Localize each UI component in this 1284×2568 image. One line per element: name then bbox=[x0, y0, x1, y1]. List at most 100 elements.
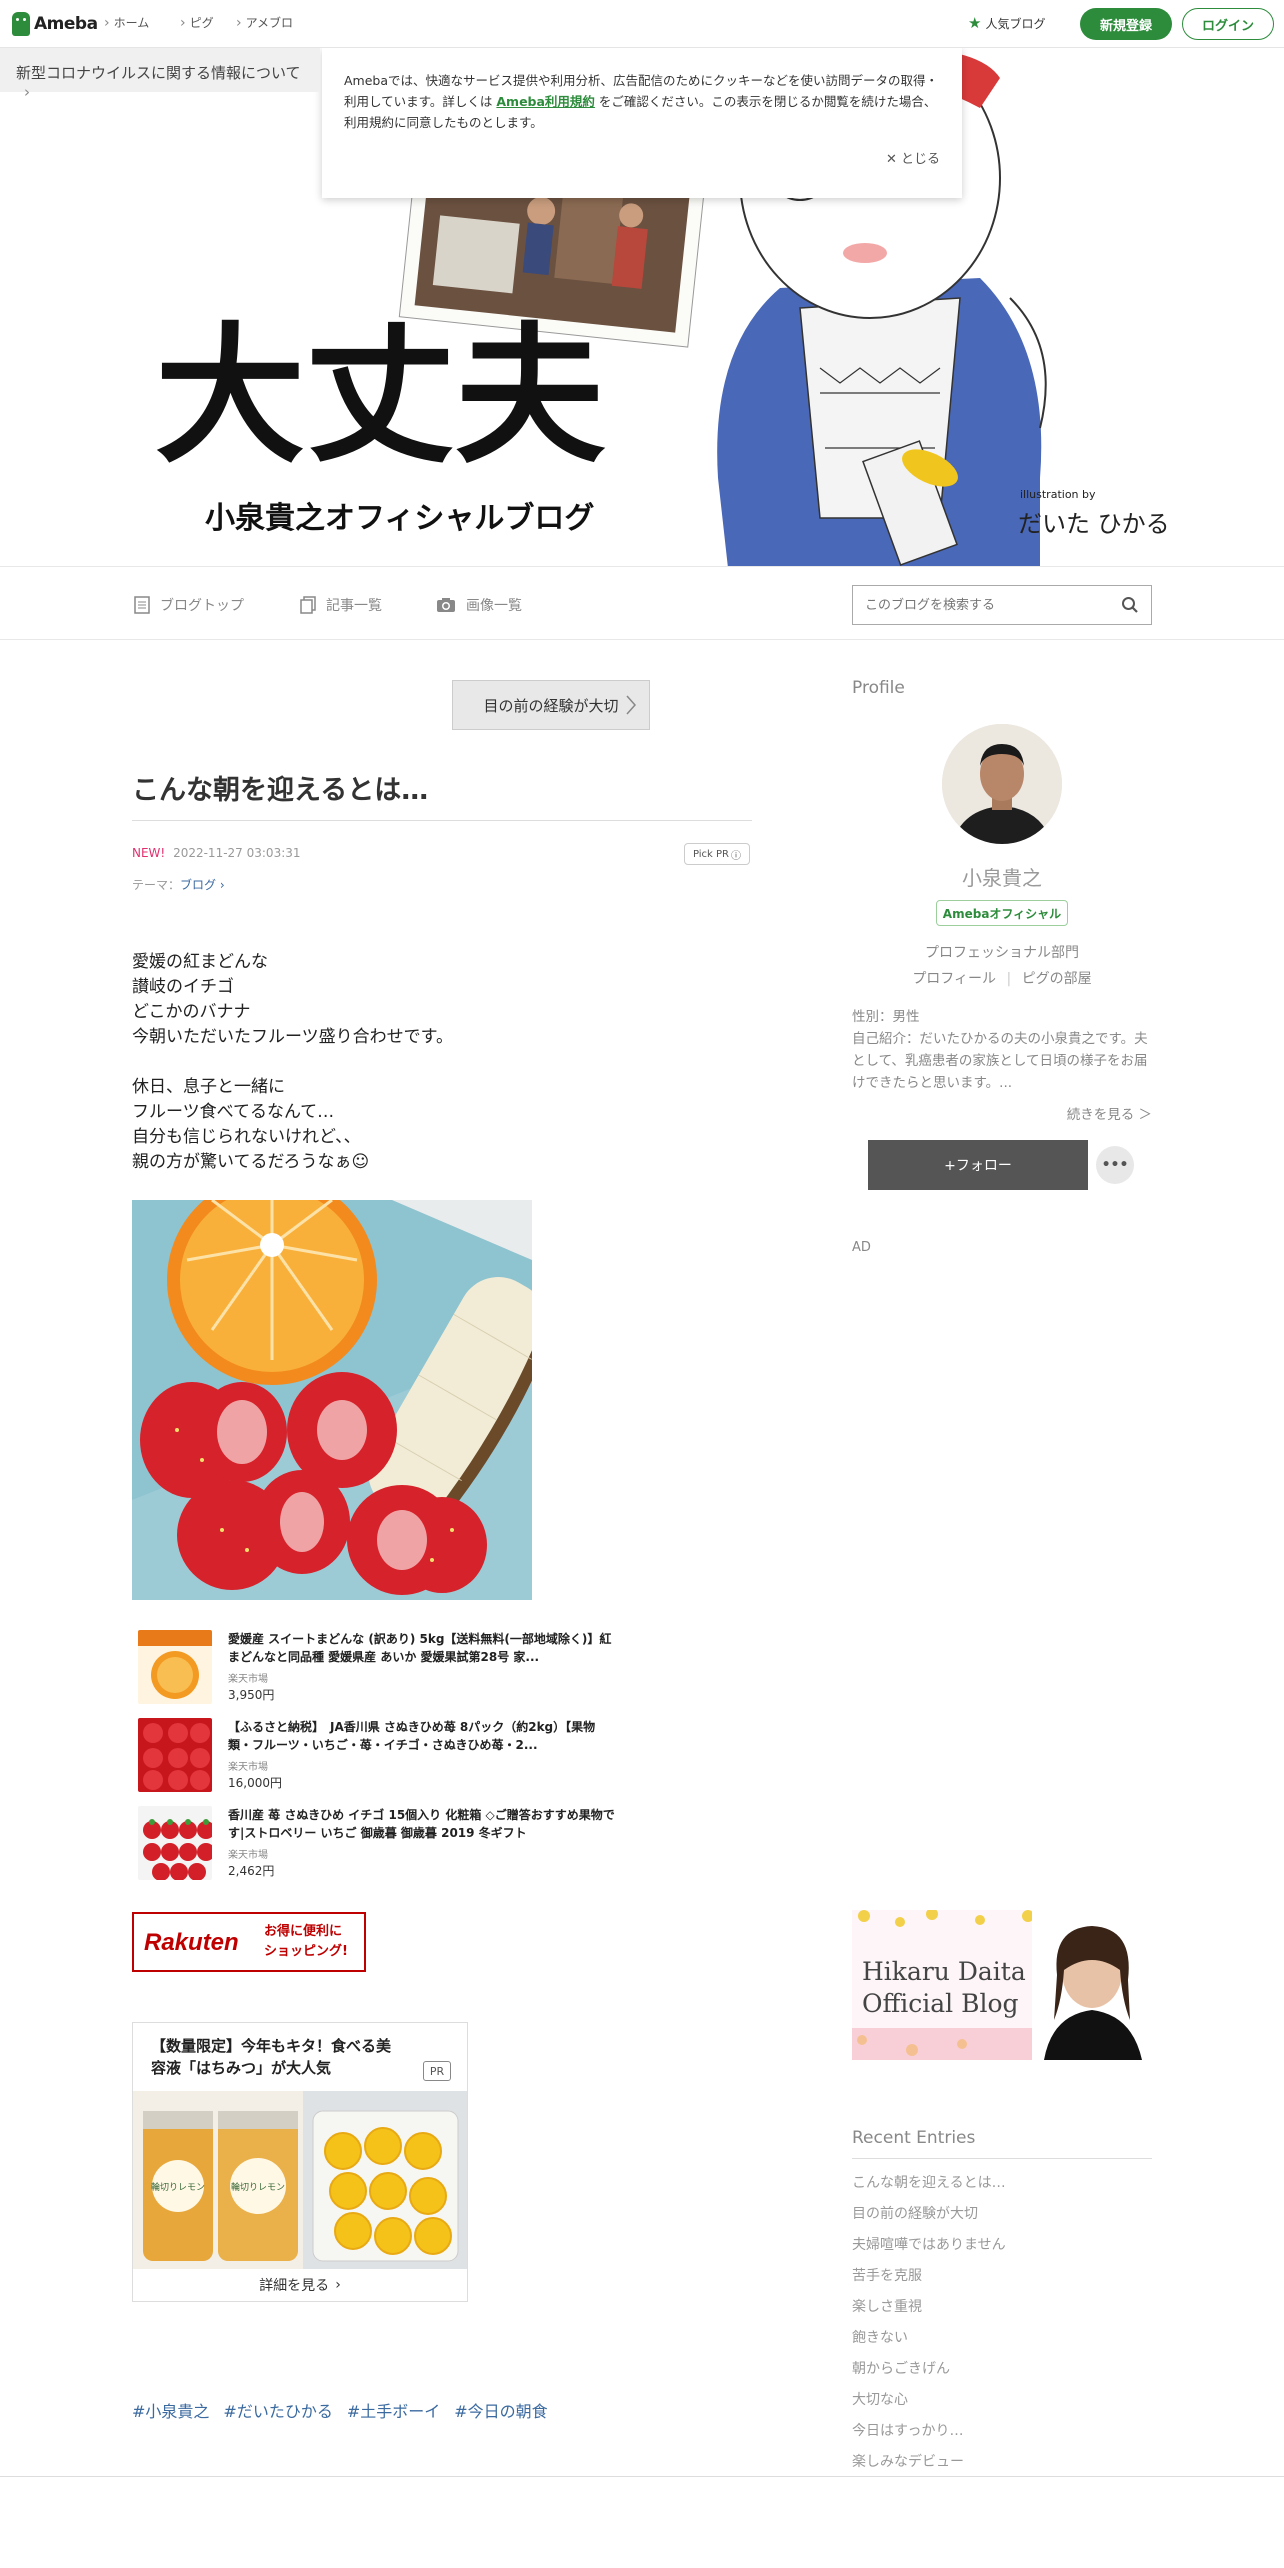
profile-name[interactable]: 小泉貴之 bbox=[852, 862, 1152, 891]
product-shop: 楽天市場 bbox=[228, 1762, 268, 1773]
recent-entry-link[interactable]: 楽しさ重視 bbox=[852, 2296, 922, 2316]
recent-entry-link[interactable]: 飽きない bbox=[852, 2327, 908, 2347]
product-item[interactable]: 香川産 苺 さぬきひめ イチゴ 15個入り 化粧箱 ◇ご贈答おすすめ果物です|ス… bbox=[138, 1806, 618, 1886]
subnav-blog-top[interactable]: ブログトップ bbox=[134, 595, 244, 615]
rakuten-logo: Rakuten bbox=[144, 1929, 239, 1956]
signup-button[interactable]: 新規登録 bbox=[1080, 8, 1172, 40]
banner-line2: Official Blog bbox=[862, 1989, 1019, 2018]
product-name[interactable]: 香川産 苺 さぬきひめ イチゴ 15個入り 化粧箱 ◇ご贈答おすすめ果物です|ス… bbox=[228, 1806, 618, 1842]
blog-header[interactable]: 大丈夫 小泉貴之オフィシャルブログ illustration by だいた ひか… bbox=[0, 48, 1284, 568]
document-icon bbox=[134, 596, 150, 614]
rakuten-banner[interactable]: Rakuten お得に便利に ショッピング! bbox=[132, 1912, 366, 1972]
pr-badge: PR bbox=[423, 2061, 451, 2081]
nav-popular-blogs[interactable]: ★ 人気ブログ bbox=[968, 14, 1045, 32]
recent-entry-link[interactable]: 大切な心 bbox=[852, 2389, 908, 2409]
profile-intro: 自己紹介：だいたひかるの夫の小泉貴之です。夫として、乳癌患者の家族として日頃の様… bbox=[852, 1031, 1148, 1091]
sponsored-ad-card[interactable]: 【数量限定】今年もキタ！食べる美容液「はちみつ」が大人気 PR 輪切りレモン 輪… bbox=[132, 2022, 468, 2302]
recent-entry-link[interactable]: こんな朝を迎えるとは… bbox=[852, 2172, 1006, 2192]
hashtag-link[interactable]: #だいたひかる bbox=[223, 2398, 332, 2422]
ad-title: 【数量限定】今年もキタ！食べる美容液「はちみつ」が大人気 bbox=[151, 2037, 392, 2077]
terms-link[interactable]: Ameba利用規約 bbox=[496, 94, 595, 109]
header-subtitle: 小泉貴之オフィシャルブログ bbox=[205, 501, 594, 536]
jar-label: 輪切りレモン bbox=[231, 2181, 285, 2193]
global-header: Ameba › ホーム › ピグ › アメブロ ★ 人気ブログ 新規登録 ログイ… bbox=[0, 0, 1284, 48]
ameba-logo[interactable]: Ameba bbox=[12, 10, 98, 38]
theme-tag-button[interactable]: 目の前の経験が大切 bbox=[452, 680, 650, 730]
product-thumbnail bbox=[138, 1806, 212, 1880]
nav-home-label: ホーム bbox=[113, 16, 150, 30]
article-theme: テーマ：ブログ › bbox=[132, 876, 225, 893]
nav-ameblo[interactable]: › アメブロ bbox=[236, 14, 293, 31]
cookie-close-button[interactable]: ✕ とじる bbox=[886, 149, 940, 170]
nav-pigg[interactable]: › ピグ bbox=[180, 14, 214, 31]
subnav-entry-list[interactable]: 記事一覧 bbox=[300, 595, 382, 615]
follow-button[interactable]: +フォロー bbox=[868, 1140, 1088, 1190]
chevron-right-icon: › bbox=[335, 2277, 341, 2293]
recent-entry-link[interactable]: 夫婦喧嘩ではありません bbox=[852, 2234, 1006, 2254]
rakuten-copy: お得に便利に ショッピング! bbox=[264, 1922, 348, 1962]
footer-divider bbox=[0, 2476, 1284, 2477]
recent-entry-link[interactable]: 今日はすっかり… bbox=[852, 2420, 963, 2440]
product-shop: 楽天市場 bbox=[228, 1674, 268, 1685]
recent-entry-link[interactable]: 苦手を克服 bbox=[852, 2265, 922, 2285]
product-item[interactable]: 愛媛産 スイートまどんな (訳あり) 5kg【送料無料(一部地域除く)】紅まどん… bbox=[138, 1630, 618, 1710]
new-badge: NEW! bbox=[132, 846, 166, 860]
ameba-logo-text: Ameba bbox=[34, 14, 98, 34]
more-options-button[interactable]: ••• bbox=[1096, 1146, 1134, 1184]
nav-ameblo-label: アメブロ bbox=[245, 16, 294, 30]
recent-entry-link[interactable]: 目の前の経験が大切 bbox=[852, 2203, 978, 2223]
fruit-photo[interactable] bbox=[132, 1200, 532, 1600]
hashtag-link[interactable]: #小泉貴之 bbox=[132, 2398, 209, 2422]
product-shop: 楽天市場 bbox=[228, 1850, 268, 1861]
subnav-label: 記事一覧 bbox=[326, 598, 382, 614]
recent-entries-divider bbox=[852, 2158, 1152, 2159]
profile-department: プロフェッショナル部門 bbox=[925, 945, 1079, 961]
theme-tag-label: 目の前の経験が大切 bbox=[483, 696, 619, 715]
corona-notice[interactable]: 新型コロナウイルスに関する情報について › bbox=[0, 48, 320, 101]
profile-links: プロフィール | ピグの部屋 bbox=[852, 968, 1152, 988]
hikaru-daita-banner[interactable]: Hikaru Daita Official Blog bbox=[852, 1910, 1152, 2060]
search-icon[interactable] bbox=[1121, 596, 1139, 614]
corona-notice-text: 新型コロナウイルスに関する情報について bbox=[16, 64, 301, 82]
header-title: 大丈夫 bbox=[155, 310, 606, 484]
product-price: 2,462円 bbox=[228, 1864, 275, 1878]
recent-entry-link[interactable]: 楽しみなデビュー bbox=[852, 2451, 964, 2471]
pickpr-label: Pick PR bbox=[692, 848, 730, 860]
avatar[interactable] bbox=[942, 724, 1062, 844]
theme-link[interactable]: ブログ bbox=[180, 878, 216, 892]
product-thumbnail bbox=[138, 1718, 212, 1792]
profile-link[interactable]: プロフィール bbox=[912, 971, 996, 987]
rakuten-copy-line2: ショッピング! bbox=[264, 1944, 348, 1959]
hashtag-link[interactable]: #今日の朝食 bbox=[454, 2398, 547, 2422]
pickpr-button[interactable]: Pick PR ⓘ bbox=[684, 843, 750, 865]
hashtag-link[interactable]: #土手ボーイ bbox=[347, 2398, 440, 2422]
hashtag-list: #小泉貴之 #だいたひかる #土手ボーイ #今日の朝食 bbox=[132, 2398, 548, 2422]
rakuten-copy-line1: お得に便利に bbox=[264, 1924, 343, 1939]
jar-label: 輪切りレモン bbox=[151, 2181, 205, 2193]
profile-gender: 性別：男性 bbox=[852, 1009, 920, 1025]
illustrator-name: だいた ひかる bbox=[1018, 510, 1170, 538]
copy-icon bbox=[300, 596, 316, 614]
title-divider bbox=[132, 820, 752, 821]
pigg-room-link[interactable]: ピグの部屋 bbox=[1022, 971, 1092, 987]
fruit-image bbox=[132, 1200, 532, 1600]
chevron-right-icon: › bbox=[180, 14, 186, 31]
popular-label: 人気ブログ bbox=[985, 16, 1046, 31]
search-input[interactable] bbox=[853, 586, 1103, 624]
nav-home[interactable]: › ホーム bbox=[104, 14, 149, 31]
product-item[interactable]: 【ふるさと納税】 JA香川県 さぬきひめ苺 8パック（約2kg）【果物類・フルー… bbox=[138, 1718, 618, 1798]
login-button[interactable]: ログイン bbox=[1182, 8, 1274, 40]
recent-entry-link[interactable]: 朝からごきげん bbox=[852, 2358, 950, 2378]
recent-entries-heading: Recent Entries bbox=[852, 2128, 976, 2148]
subnav-label: 画像一覧 bbox=[466, 598, 522, 614]
ad-more-link[interactable]: 詳細を見る › bbox=[133, 2269, 467, 2301]
blog-subnav: ブログトップ 記事一覧 画像一覧 bbox=[0, 566, 1284, 640]
product-price: 3,950円 bbox=[228, 1688, 275, 1702]
banner-text: Hikaru Daita Official Blog bbox=[862, 1956, 1026, 2020]
close-icon: ✕ bbox=[885, 152, 897, 167]
product-name[interactable]: 【ふるさと納税】 JA香川県 さぬきひめ苺 8パック（約2kg）【果物類・フルー… bbox=[228, 1718, 618, 1754]
product-name[interactable]: 愛媛産 スイートまどんな (訳あり) 5kg【送料無料(一部地域除く)】紅まどん… bbox=[228, 1630, 618, 1666]
subnav-image-list[interactable]: 画像一覧 bbox=[436, 595, 522, 615]
read-more-link[interactable]: 続きを見る ＞ bbox=[852, 1104, 1152, 1126]
article-meta: NEW! 2022-11-27 03:03:31 bbox=[132, 846, 301, 860]
